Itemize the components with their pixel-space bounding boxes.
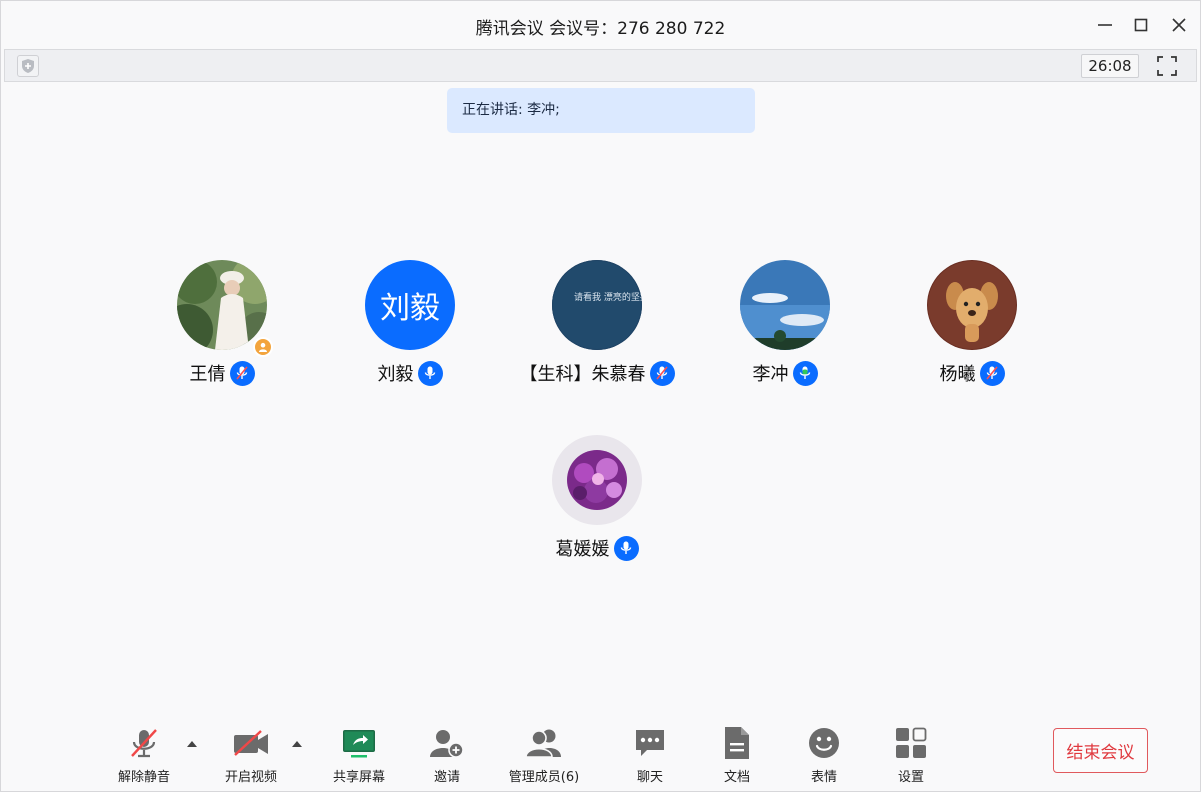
host-badge bbox=[253, 337, 273, 357]
participant-name: 李冲 bbox=[752, 364, 789, 385]
shield-icon bbox=[22, 59, 34, 73]
avatar bbox=[740, 260, 830, 350]
unmute-button[interactable]: 解除静音 bbox=[104, 723, 184, 785]
minimize-icon bbox=[1098, 24, 1112, 26]
reactions-button[interactable]: 表情 bbox=[784, 723, 864, 785]
mic-icon bbox=[417, 360, 443, 386]
avatar: 刘毅 bbox=[365, 260, 455, 350]
participant-tile[interactable]: 葛媛媛 bbox=[507, 435, 687, 575]
end-meeting-button[interactable]: 结束会议 bbox=[1053, 728, 1148, 773]
participant-tile[interactable]: 李冲 bbox=[695, 260, 875, 400]
participant-name-row: 【生科】朱慕春 bbox=[507, 360, 687, 386]
smiley-icon bbox=[804, 723, 844, 763]
video-options-caret[interactable] bbox=[290, 737, 304, 751]
close-button[interactable] bbox=[1167, 13, 1191, 37]
fullscreen-button[interactable] bbox=[1155, 54, 1179, 78]
avatar-toy-icon bbox=[927, 260, 1017, 350]
participant-name-row: 刘毅 bbox=[320, 360, 500, 386]
invite-button[interactable]: 邀请 bbox=[407, 723, 487, 785]
window-title: 腾讯会议 会议号：276 280 722 bbox=[475, 19, 726, 39]
participant-name: 王倩 bbox=[189, 364, 226, 385]
caret-up-icon bbox=[292, 741, 302, 747]
participant-name: 【生科】朱慕春 bbox=[519, 364, 646, 385]
mic-speaking-icon bbox=[792, 360, 818, 386]
avatar-flowers-icon bbox=[552, 435, 642, 525]
participant-tile[interactable]: 请看我 漂亮的坚持 【生科】朱慕春 bbox=[507, 260, 687, 400]
docs-label: 文档 bbox=[723, 770, 750, 785]
avatar-caption: 请看我 漂亮的坚持 bbox=[574, 291, 642, 303]
meeting-info-bar: 26:08 bbox=[4, 49, 1197, 82]
participant-name: 刘毅 bbox=[377, 364, 414, 385]
participant-name-row: 杨曦 bbox=[882, 360, 1062, 386]
start-video-label: 开启视频 bbox=[224, 770, 277, 785]
apps-grid-icon bbox=[891, 723, 931, 763]
meeting-timer: 26:08 bbox=[1081, 54, 1139, 78]
members-icon bbox=[524, 723, 564, 763]
minimize-button[interactable] bbox=[1093, 13, 1117, 37]
mic-muted-icon bbox=[229, 360, 255, 386]
participant-name-row: 葛媛媛 bbox=[507, 535, 687, 561]
audio-options-caret[interactable] bbox=[185, 737, 199, 751]
mic-off-icon bbox=[124, 723, 164, 763]
video-off-icon bbox=[231, 723, 271, 763]
settings-label: 设置 bbox=[897, 770, 924, 785]
settings-button[interactable]: 设置 bbox=[871, 723, 951, 785]
participant-tile[interactable]: 王倩 bbox=[132, 260, 312, 400]
avatar-sky-icon bbox=[740, 260, 830, 350]
chat-button[interactable]: 聊天 bbox=[610, 723, 690, 785]
maximize-button[interactable] bbox=[1129, 13, 1153, 37]
meeting-toolbar: 解除静音 开启视频 共享屏幕 邀请 管理成员(6) 聊天 文档 表情 设置 结束… bbox=[1, 713, 1200, 792]
start-video-button[interactable]: 开启视频 bbox=[211, 723, 291, 785]
avatar-photo-icon bbox=[177, 260, 267, 350]
docs-button[interactable]: 文档 bbox=[697, 723, 777, 785]
manage-members-label: 管理成员(6) bbox=[508, 770, 580, 785]
invite-label: 邀请 bbox=[433, 770, 460, 785]
avatar bbox=[927, 260, 1017, 350]
participant-tile[interactable]: 刘毅 刘毅 bbox=[320, 260, 500, 400]
share-screen-icon bbox=[339, 723, 379, 763]
person-icon bbox=[259, 342, 267, 352]
participant-name: 葛媛媛 bbox=[555, 539, 610, 560]
add-person-icon bbox=[427, 723, 467, 763]
title-bar: 腾讯会议 会议号：276 280 722 bbox=[1, 1, 1200, 49]
maximize-icon bbox=[1134, 18, 1148, 32]
active-speaker-banner: 正在讲话: 李冲; bbox=[447, 88, 755, 133]
avatar: 请看我 漂亮的坚持 bbox=[552, 260, 642, 350]
unmute-label: 解除静音 bbox=[117, 770, 170, 785]
participant-name: 杨曦 bbox=[939, 364, 976, 385]
reactions-label: 表情 bbox=[810, 770, 837, 785]
mic-muted-icon bbox=[979, 360, 1005, 386]
mic-muted-icon bbox=[649, 360, 675, 386]
avatar-image-icon: 请看我 漂亮的坚持 bbox=[552, 260, 642, 350]
participant-name-row: 王倩 bbox=[132, 360, 312, 386]
close-icon bbox=[1172, 18, 1186, 32]
avatar bbox=[177, 260, 267, 350]
mic-icon bbox=[613, 535, 639, 561]
security-button[interactable] bbox=[17, 55, 39, 77]
share-screen-label: 共享屏幕 bbox=[332, 770, 385, 785]
fullscreen-icon bbox=[1157, 56, 1177, 76]
manage-members-button[interactable]: 管理成员(6) bbox=[504, 723, 584, 785]
share-screen-button[interactable]: 共享屏幕 bbox=[319, 723, 399, 785]
avatar bbox=[552, 435, 642, 525]
chat-icon bbox=[630, 723, 670, 763]
caret-up-icon bbox=[187, 741, 197, 747]
document-icon bbox=[717, 723, 757, 763]
participant-tile[interactable]: 杨曦 bbox=[882, 260, 1062, 400]
chat-label: 聊天 bbox=[636, 770, 663, 785]
participant-name-row: 李冲 bbox=[695, 360, 875, 386]
